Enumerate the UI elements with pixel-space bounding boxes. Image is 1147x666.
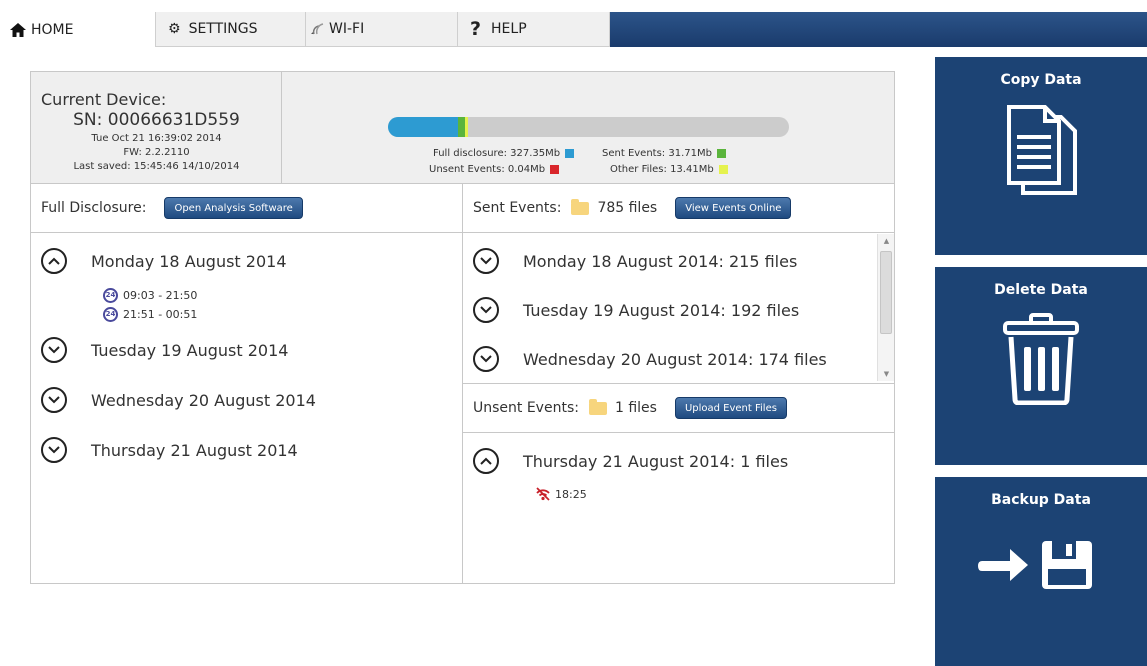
backup-data-button[interactable]: Backup Data — [935, 477, 1147, 666]
unsent-events-header: Unsent Events: 1 files Upload Event File… — [463, 383, 894, 433]
chevron-down-icon[interactable] — [41, 337, 67, 363]
tab-help-label: HELP — [491, 21, 527, 37]
legend-other-files-label: Other Files: 13.41Mb — [610, 164, 714, 175]
tab-wifi[interactable]: WI-FI — [306, 12, 458, 47]
sent-events-scrollbar[interactable]: ▲ ▼ — [877, 234, 894, 381]
legend-full-disclosure: Full disclosure: 327.35Mb — [433, 148, 575, 159]
scroll-down-arrow-icon[interactable]: ▼ — [878, 367, 895, 381]
copy-data-label: Copy Data — [1000, 72, 1082, 88]
copy-data-button[interactable]: Copy Data — [935, 57, 1147, 255]
sent-day-label: Monday 18 August 2014: 215 files — [523, 251, 798, 271]
sent-day-label: Wednesday 20 August 2014: 174 files — [523, 349, 827, 369]
scroll-up-arrow-icon[interactable]: ▲ — [878, 234, 895, 248]
tab-help[interactable]: ? HELP — [458, 12, 610, 47]
events-section: Sent Events: 785 files View Events Onlin… — [463, 184, 894, 583]
backup-data-label: Backup Data — [991, 492, 1091, 508]
clock-24h-icon: 24 — [103, 306, 118, 322]
legend-sent-events-swatch — [716, 149, 726, 158]
tab-bar: HOME ⚙ SETTINGS WI-FI ? HELP — [0, 12, 1147, 47]
fd-day-row[interactable]: Monday 18 August 2014 — [41, 247, 287, 275]
device-datetime: Tue Oct 21 16:39:02 2014 — [91, 133, 222, 144]
view-events-online-button[interactable]: View Events Online — [675, 197, 792, 219]
chevron-up-icon[interactable] — [41, 248, 67, 274]
storage-bar-other-files — [465, 117, 469, 137]
legend-full-disclosure-label: Full disclosure: 327.35Mb — [433, 148, 561, 159]
question-icon: ? — [470, 18, 482, 40]
fd-day-row[interactable]: Thursday 21 August 2014 — [41, 436, 298, 464]
legend-other-files-swatch — [718, 165, 728, 174]
wifi-icon — [310, 23, 324, 35]
legend-unsent-events-label: Unsent Events: 0.04Mb — [429, 164, 546, 175]
device-info: Current Device: SN: 00066631D559 Tue Oct… — [31, 72, 282, 184]
scrollbar-thumb[interactable] — [880, 251, 892, 334]
legend-sent-events: Sent Events: 31.71Mb — [602, 148, 726, 159]
delete-data-label: Delete Data — [994, 282, 1088, 298]
sent-events-count: 785 files — [597, 200, 658, 216]
upload-event-files-button[interactable]: Upload Event Files — [674, 397, 787, 419]
tab-home-label: HOME — [31, 21, 74, 38]
no-signal-icon — [535, 487, 551, 501]
save-to-disk-icon — [935, 539, 1147, 591]
unsent-event-time: 18:25 — [555, 487, 587, 501]
fd-day-label: Tuesday 19 August 2014 — [91, 340, 289, 360]
tab-wifi-label: WI-FI — [329, 21, 365, 37]
chevron-down-icon[interactable] — [473, 297, 499, 323]
home-icon — [10, 22, 26, 37]
device-firmware: FW: 2.2.2110 — [123, 147, 190, 158]
legend-unsent-events-swatch — [550, 165, 560, 174]
fd-session-row[interactable]: 24 09:03 - 21:50 — [103, 286, 197, 304]
full-disclosure-label: Full Disclosure: — [41, 200, 147, 216]
full-disclosure-section: Full Disclosure: Open Analysis Software … — [31, 184, 463, 583]
legend-unsent-events: Unsent Events: 0.04Mb — [429, 164, 560, 175]
copy-documents-icon — [935, 103, 1147, 198]
trash-icon — [935, 313, 1147, 405]
full-disclosure-header: Full Disclosure: Open Analysis Software — [31, 184, 462, 233]
legend-sent-events-label: Sent Events: 31.71Mb — [602, 148, 712, 159]
fd-day-label: Wednesday 20 August 2014 — [91, 390, 316, 410]
fd-day-label: Monday 18 August 2014 — [91, 251, 287, 271]
clock-24h-icon: 24 — [103, 287, 118, 303]
gear-icon: ⚙ — [168, 21, 181, 37]
device-serial: SN: 00066631D559 — [73, 110, 240, 130]
unsent-events-label: Unsent Events: — [473, 400, 579, 416]
folder-icon — [588, 398, 607, 415]
open-analysis-software-button[interactable]: Open Analysis Software — [164, 197, 303, 219]
delete-data-button[interactable]: Delete Data — [935, 267, 1147, 465]
legend-full-disclosure-swatch — [565, 149, 575, 158]
sent-day-row[interactable]: Monday 18 August 2014: 215 files — [473, 247, 797, 275]
tab-bar-fill — [610, 12, 1147, 47]
storage-bar-full-disclosure — [388, 117, 459, 137]
fd-session-label: 21:51 - 00:51 — [123, 307, 198, 321]
storage-bar-sent-events — [458, 117, 466, 137]
storage-bar — [388, 117, 789, 137]
sent-events-header: Sent Events: 785 files View Events Onlin… — [463, 184, 894, 233]
sent-day-label: Tuesday 19 August 2014: 192 files — [523, 300, 800, 320]
unsent-day-row[interactable]: Thursday 21 August 2014: 1 files — [473, 447, 788, 475]
fd-session-row[interactable]: 24 21:51 - 00:51 — [103, 305, 197, 323]
fd-day-label: Thursday 21 August 2014 — [91, 440, 298, 460]
unsent-event-row[interactable]: 18:25 — [535, 485, 587, 503]
unsent-events-count: 1 files — [614, 400, 657, 416]
chevron-down-icon[interactable] — [473, 346, 499, 372]
sent-day-row[interactable]: Tuesday 19 August 2014: 192 files — [473, 296, 799, 324]
chevron-down-icon[interactable] — [41, 387, 67, 413]
folder-icon — [571, 198, 590, 215]
storage-summary: Full disclosure: 327.35Mb Sent Events: 3… — [282, 72, 894, 184]
legend-other-files: Other Files: 13.41Mb — [610, 164, 728, 175]
fd-day-row[interactable]: Tuesday 19 August 2014 — [41, 336, 288, 364]
fd-day-row[interactable]: Wednesday 20 August 2014 — [41, 386, 316, 414]
tab-home[interactable]: HOME — [0, 12, 156, 47]
sent-events-label: Sent Events: — [473, 200, 562, 216]
device-last-saved: Last saved: 15:45:46 14/10/2014 — [73, 161, 240, 172]
chevron-down-icon[interactable] — [473, 248, 499, 274]
tab-settings[interactable]: ⚙ SETTINGS — [156, 12, 306, 47]
main-panel: Current Device: SN: 00066631D559 Tue Oct… — [30, 71, 895, 584]
device-title: Current Device: — [41, 90, 167, 109]
tab-settings-label: SETTINGS — [188, 21, 258, 37]
fd-session-label: 09:03 - 21:50 — [123, 288, 198, 302]
unsent-day-label: Thursday 21 August 2014: 1 files — [523, 451, 789, 471]
chevron-up-icon[interactable] — [473, 448, 499, 474]
chevron-down-icon[interactable] — [41, 437, 67, 463]
sent-day-row[interactable]: Wednesday 20 August 2014: 174 files — [473, 345, 827, 373]
